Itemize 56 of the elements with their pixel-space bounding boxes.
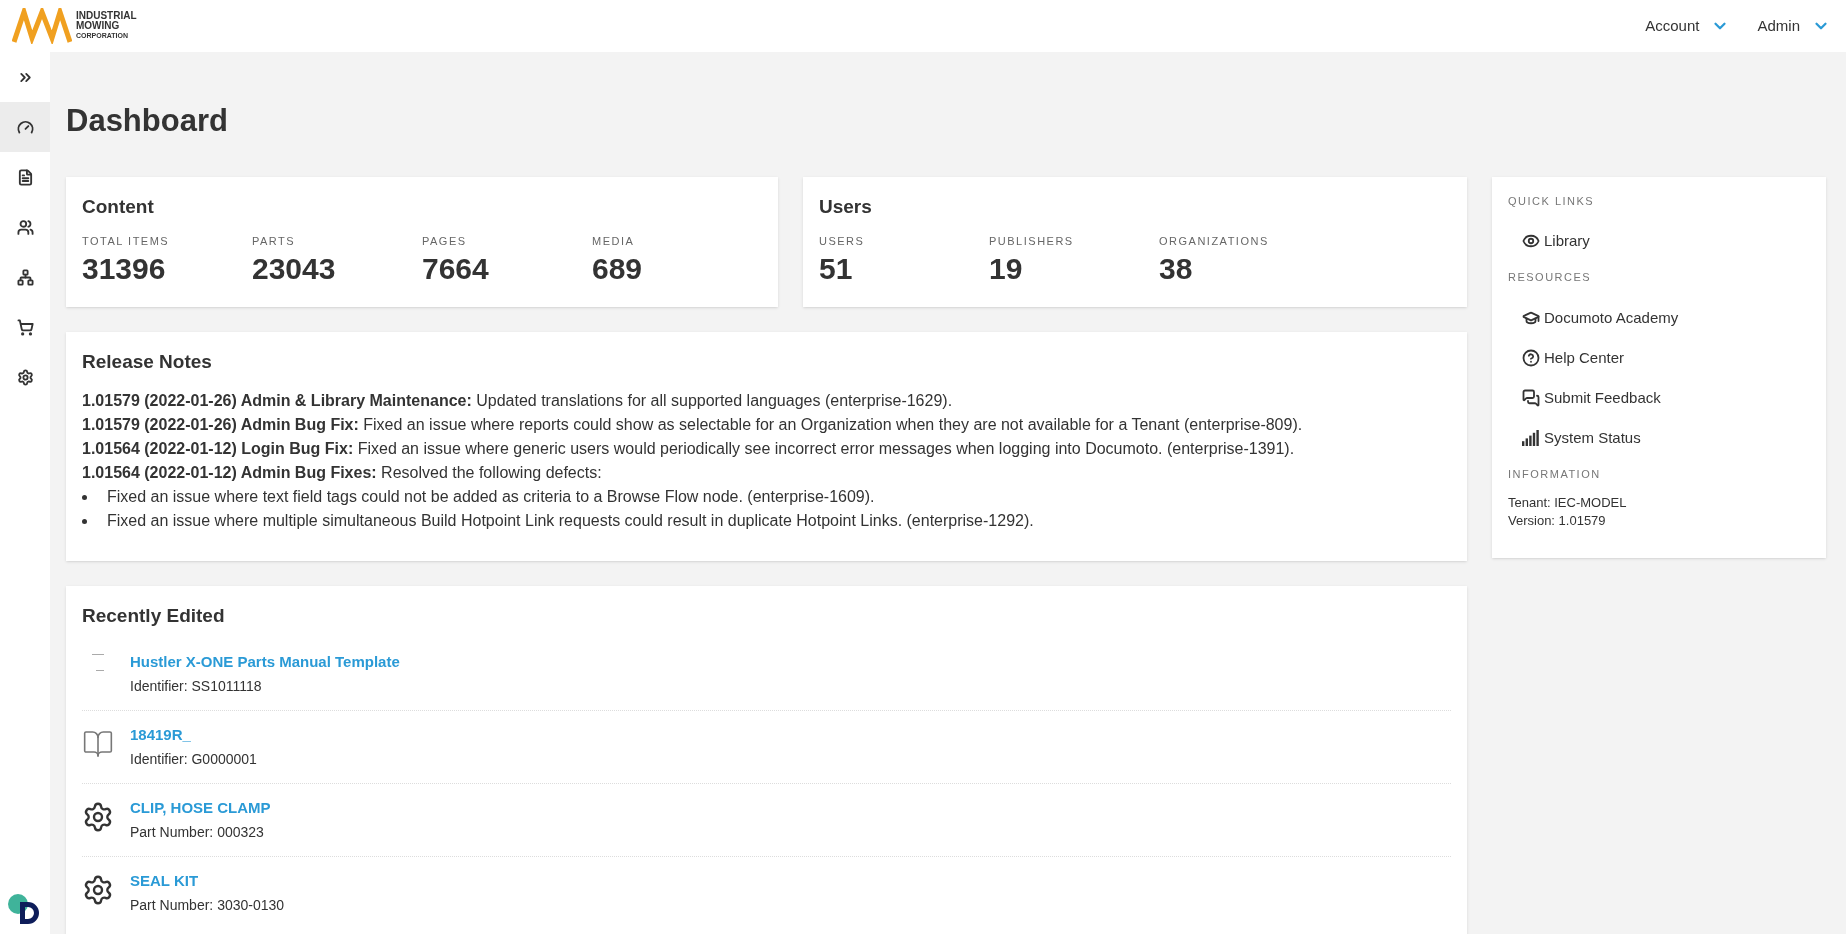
item-detail: Identifier: SS1011118 xyxy=(130,677,263,697)
menu-dropdown[interactable]: Account xyxy=(1645,14,1730,38)
release-note: 1.01564 (2022-01-12) Admin Bug Fixes: Resolved the following defects: xyxy=(82,462,603,483)
stat-value: 689 xyxy=(592,250,644,287)
stat-label: PARTS xyxy=(252,234,297,250)
card-title: Users xyxy=(819,194,873,219)
stat-value: 7664 xyxy=(422,250,490,287)
section-heading: INFORMATION xyxy=(1508,466,1602,482)
release-note: Fixed an issue where text field tags could not be added as criteria to a Browse Flow node. (enterprise-1609). xyxy=(106,486,875,507)
release-note: Fixed an issue where multiple simultaneous Build Hotpoint Link requests could result in duplicate Hotpoint Links. (enterprise-1292). xyxy=(106,510,1034,531)
cart-icon xyxy=(16,318,34,336)
stat-label: MEDIA xyxy=(592,234,636,250)
section-heading: RESOURCES xyxy=(1508,270,1593,286)
stat-label: USERS xyxy=(819,234,866,250)
side-link[interactable]: Documoto Academy xyxy=(1508,297,1810,338)
logo-icon xyxy=(12,8,72,44)
page-title: Dashboard xyxy=(66,102,229,140)
chat-bubbles-icon xyxy=(1522,388,1540,407)
help-icon xyxy=(1522,348,1540,367)
section-heading: QUICK LINKS xyxy=(1508,193,1596,209)
stat-label: TOTAL ITEMS xyxy=(82,234,171,250)
menu-dropdown[interactable]: Admin xyxy=(1757,14,1830,38)
gauge-icon xyxy=(16,118,34,136)
side-link[interactable]: System Status xyxy=(1508,417,1810,458)
bullet-icon xyxy=(82,518,87,524)
info-text: Tenant: IEC-MODEL xyxy=(1508,494,1628,513)
release-note: 1.01579 (2022-01-26) Admin Bug Fix: Fixed an issue where reports could show as selectable for an Organization when they are not available for a Tenant (enterprise-809). xyxy=(82,414,1304,435)
card-title: Release Notes xyxy=(82,350,213,375)
side-link[interactable]: Library xyxy=(1508,221,1810,262)
card-title: Content xyxy=(82,194,155,219)
release-note: 1.01579 (2022-01-26) Admin & Library Maintenance: Updated translations for all supported languages (enterprise-1629). xyxy=(82,390,954,411)
card-title: Recently Edited xyxy=(82,603,226,628)
side-link[interactable]: Submit Feedback xyxy=(1508,377,1810,418)
signal-bars-icon xyxy=(1522,429,1540,446)
stat-label: PAGES xyxy=(422,234,468,250)
people-icon xyxy=(16,218,34,236)
stat-value: 51 xyxy=(819,250,854,287)
document-thumbnail-icon xyxy=(92,654,104,672)
stat-value: 23043 xyxy=(252,250,337,287)
hierarchy-icon xyxy=(16,268,34,286)
logo-text: MOWING xyxy=(76,21,121,31)
stat-label: PUBLISHERS xyxy=(989,234,1075,250)
item-detail: Identifier: G0000001 xyxy=(130,750,257,770)
item-detail: Part Number: 000323 xyxy=(130,823,265,843)
logo-text: INDUSTRIAL xyxy=(76,11,137,21)
stat-label: ORGANIZATIONS xyxy=(1159,234,1270,250)
item-detail: Part Number: 3030-0130 xyxy=(130,896,285,916)
document-icon xyxy=(16,168,34,186)
stat-value: 31396 xyxy=(82,250,167,287)
settings-icon xyxy=(16,368,34,386)
release-note: 1.01564 (2022-01-12) Login Bug Fix: Fixed an issue where generic users would periodically see incorrect error messages when logging into Documoto. (enterprise-1391). xyxy=(82,438,1296,459)
stat-value: 38 xyxy=(1159,250,1194,287)
side-link[interactable]: Help Center xyxy=(1508,337,1810,378)
info-text: Version: 1.01579 xyxy=(1508,512,1607,531)
bullet-icon xyxy=(82,494,87,500)
stat-value: 19 xyxy=(989,250,1024,287)
